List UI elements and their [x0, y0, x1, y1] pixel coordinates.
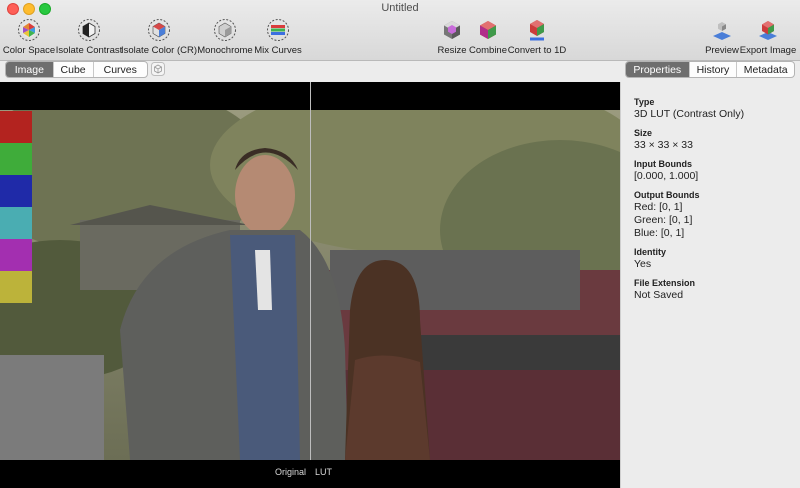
toolbar-label: Mix Curves	[254, 45, 302, 56]
size-value: 33 × 33 × 33	[634, 139, 693, 151]
convert-1d-icon	[530, 20, 544, 41]
mix-curves-icon	[267, 19, 289, 41]
tab-metadata[interactable]: Metadata	[737, 62, 794, 77]
info-icon[interactable]	[151, 62, 165, 76]
identity-value: Yes	[634, 258, 652, 270]
properties-list: Type 3D LUT (Contrast Only) Size 33 × 33…	[634, 96, 794, 302]
tab-curves[interactable]: Curves	[94, 62, 147, 77]
mix-curves-button[interactable]: Mix Curves	[254, 18, 302, 58]
property-label: Size	[634, 128, 653, 138]
isolate-color-button[interactable]: Isolate Color (CR)	[120, 18, 198, 58]
toolbar-label: Isolate Color (CR)	[120, 45, 198, 56]
color-swatch	[0, 111, 32, 143]
property-label: Input Bounds	[634, 159, 692, 169]
output-red-value: Red: [0, 1]	[634, 201, 683, 213]
convert-to-1d-button[interactable]: Convert to 1D	[507, 18, 567, 58]
toolbar-label: Resize	[437, 45, 467, 56]
property-label: Output Bounds	[634, 190, 700, 200]
inspector-segmented-control: Properties History Metadata	[625, 61, 795, 78]
preview-icon	[713, 22, 731, 40]
input-bounds-value: [0.000, 1.000]	[634, 170, 699, 182]
tab-image[interactable]: Image	[6, 62, 54, 77]
lut-caption: LUT	[315, 467, 333, 477]
combine-cube-icon	[480, 21, 496, 39]
export-image-icon	[759, 21, 777, 40]
export-image-button[interactable]: Export Image	[739, 18, 797, 58]
type-value: 3D LUT (Contrast Only)	[634, 108, 745, 120]
toolbar-label: Color Space	[2, 45, 56, 56]
resize-cube-icon	[444, 21, 460, 39]
image-viewer[interactable]: Original LUT	[0, 82, 620, 488]
color-swatch	[0, 239, 32, 271]
tab-cube[interactable]: Cube	[54, 62, 94, 77]
color-space-button[interactable]: Color Space	[2, 18, 56, 58]
color-swatch	[0, 207, 32, 239]
split-divider[interactable]	[310, 82, 311, 460]
color-swatch	[0, 175, 32, 207]
output-green-value: Green: [0, 1]	[634, 214, 693, 226]
color-swatch	[0, 143, 32, 175]
window-title: Untitled	[381, 2, 419, 14]
view-mode-segmented-control: Image Cube Curves	[5, 61, 148, 78]
original-caption: Original	[275, 467, 307, 477]
property-label: Type	[634, 97, 655, 107]
monochrome-icon	[214, 19, 236, 41]
gray-reference-patch	[0, 355, 104, 460]
toolbar-label: Combine	[468, 45, 508, 56]
tab-history[interactable]: History	[690, 62, 738, 77]
combine-button[interactable]: Combine	[468, 18, 508, 58]
window-titlebar: Untitled Color Space Isolate Contrast Is…	[0, 0, 800, 61]
color-space-icon	[18, 19, 40, 41]
property-label: Identity	[634, 247, 667, 257]
output-blue-value: Blue: [0, 1]	[634, 227, 685, 239]
toolbar-label: Preview	[705, 45, 739, 56]
toolbar-label: Isolate Contrast	[55, 45, 123, 56]
toolbar-label: Monochrome	[197, 45, 253, 56]
isolate-contrast-button[interactable]: Isolate Contrast	[56, 18, 122, 58]
contrast-icon	[78, 19, 100, 41]
file-extension-value: Not Saved	[634, 289, 684, 301]
isolate-color-icon	[148, 19, 170, 41]
monochrome-button[interactable]: Monochrome	[197, 18, 253, 58]
toolbar-label: Export Image	[739, 45, 797, 56]
toolbar-label: Convert to 1D	[507, 45, 567, 56]
tab-properties[interactable]: Properties	[626, 62, 690, 77]
color-swatch	[0, 271, 32, 303]
preview-button[interactable]: Preview	[704, 18, 740, 58]
resize-button[interactable]: Resize	[437, 18, 467, 58]
property-label: File Extension	[634, 278, 696, 288]
